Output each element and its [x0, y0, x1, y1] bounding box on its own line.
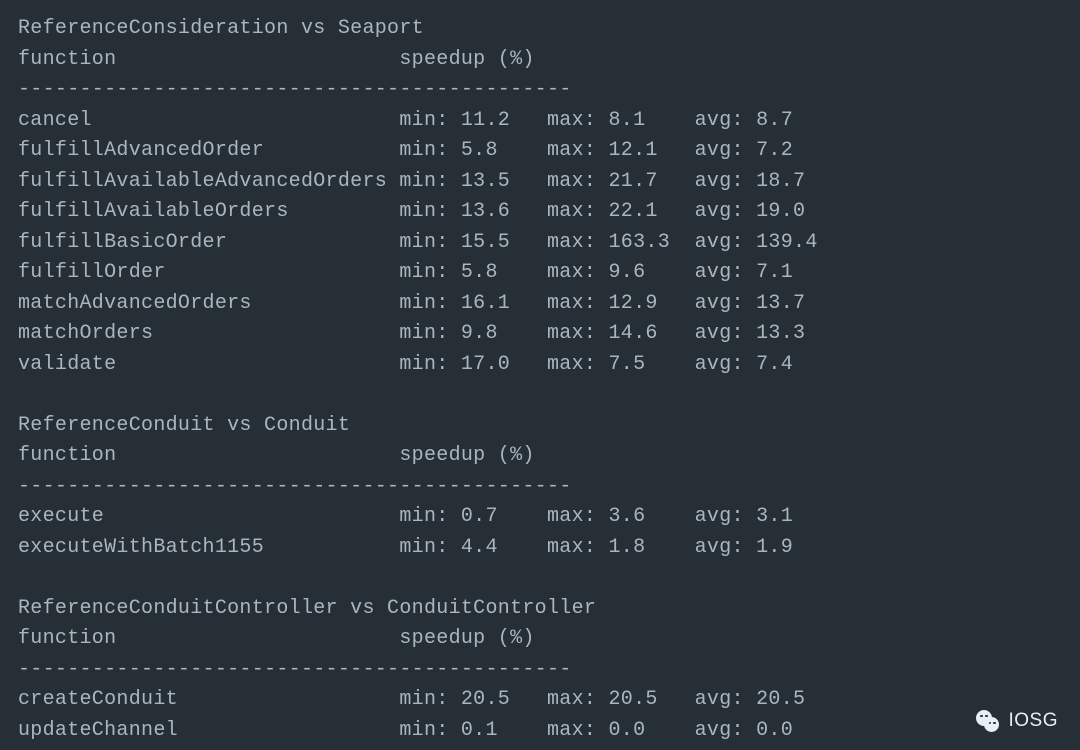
watermark: IOSG [974, 706, 1058, 737]
watermark-text: IOSG [1008, 706, 1058, 737]
wechat-icon [974, 708, 1000, 734]
terminal-output: ReferenceConsideration vs Seaport functi… [18, 14, 818, 746]
